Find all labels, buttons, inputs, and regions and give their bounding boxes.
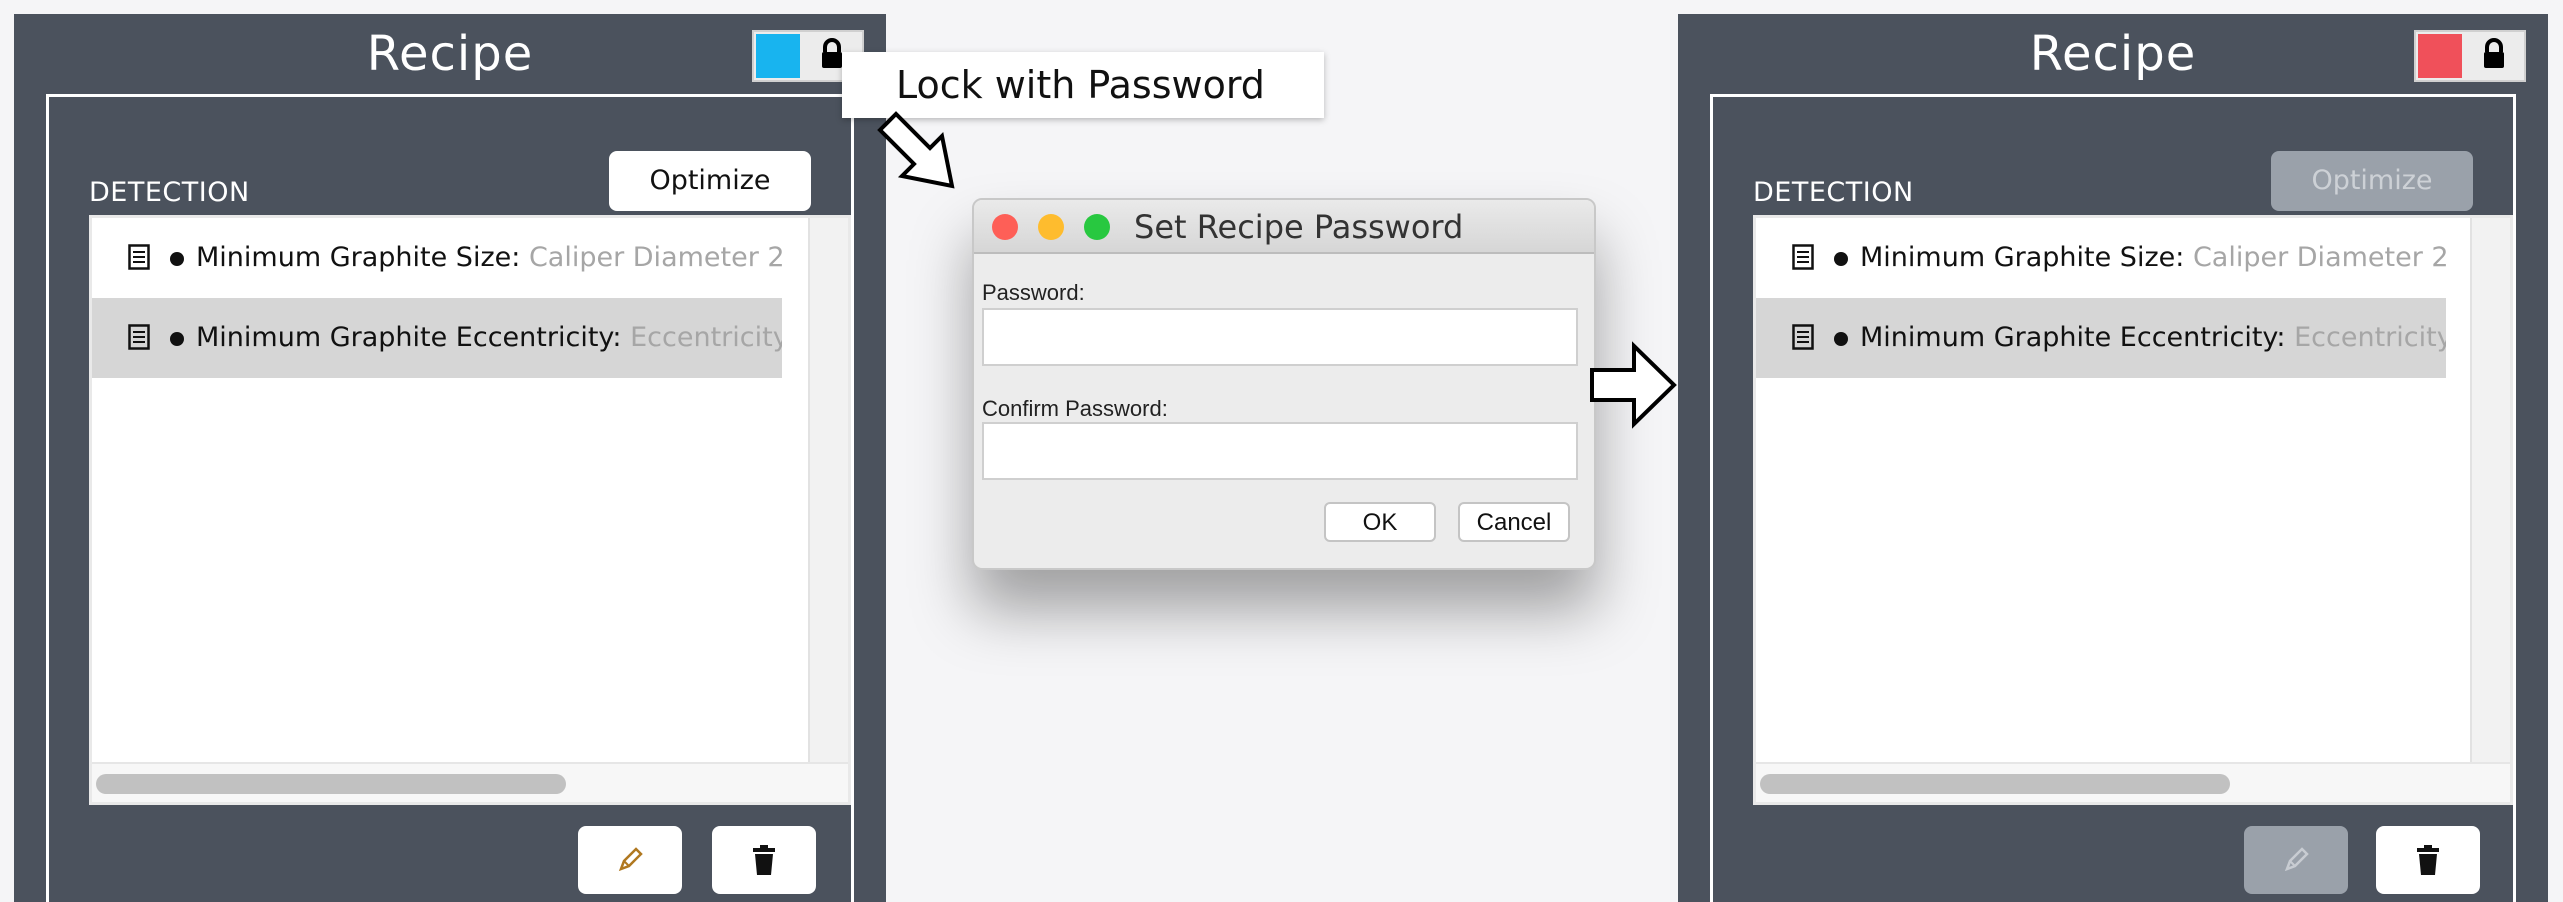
item-name: Minimum Graphite Size:: [196, 242, 521, 273]
confirm-password-field[interactable]: [982, 422, 1578, 480]
trash-icon: [753, 845, 775, 875]
optimize-button[interactable]: Optimize: [2271, 151, 2473, 211]
item-text: Minimum Graphite Size: Caliper Diameter …: [196, 218, 782, 298]
document-icon: [128, 324, 150, 350]
cancel-button[interactable]: Cancel: [1458, 502, 1570, 542]
detection-list[interactable]: Minimum Graphite Size: Caliper Diameter …: [1753, 215, 2513, 805]
minimize-window-button[interactable]: [1038, 214, 1064, 240]
pencil-icon: [618, 847, 643, 872]
trash-icon: [2417, 845, 2439, 875]
bullet-icon: [170, 252, 184, 266]
set-password-dialog: Set Recipe Password Password: Confirm Pa…: [972, 198, 1596, 570]
document-icon: [128, 244, 150, 270]
color-swatch[interactable]: [756, 34, 800, 78]
section-label: DETECTION: [1753, 177, 1914, 208]
item-value: Eccentricity 0.95: [630, 322, 782, 353]
item-text: Minimum Graphite Eccentricity: Eccentric…: [1860, 298, 2446, 378]
ok-button[interactable]: OK: [1324, 502, 1436, 542]
list-item[interactable]: Minimum Graphite Eccentricity: Eccentric…: [1756, 298, 2446, 378]
delete-button[interactable]: [712, 826, 816, 894]
recipe-panel-left: Recipe DETECTION Optimize Minimum Graphi…: [14, 14, 886, 902]
color-lock-control: [2414, 30, 2526, 82]
vertical-scrollbar[interactable]: [2470, 218, 2510, 768]
item-value: Caliper Diameter 20 px (: [2192, 242, 2446, 273]
optimize-button[interactable]: Optimize: [609, 151, 811, 211]
dialog-title: Set Recipe Password: [1134, 208, 1464, 246]
lock-icon: [2484, 38, 2504, 68]
confirm-password-label: Confirm Password:: [982, 396, 1168, 421]
recipe-panel-right: Recipe DETECTION Optimize Minimum Graphi…: [1678, 14, 2548, 902]
bullet-icon: [1834, 252, 1848, 266]
document-icon: [1792, 324, 1814, 350]
bullet-icon: [170, 332, 184, 346]
section-label: DETECTION: [89, 177, 250, 208]
item-text: Minimum Graphite Size: Caliper Diameter …: [1860, 218, 2446, 298]
arrow-down-right-icon: [877, 111, 955, 189]
bullet-icon: [1834, 332, 1848, 346]
document-icon: [1792, 244, 1814, 270]
list-item[interactable]: Minimum Graphite Size: Caliper Diameter …: [1756, 218, 2446, 298]
item-value: Eccentricity 0.95: [2294, 322, 2446, 353]
list-item[interactable]: Minimum Graphite Size: Caliper Diameter …: [92, 218, 782, 298]
lock-button[interactable]: [2464, 32, 2524, 80]
close-window-button[interactable]: [992, 214, 1018, 240]
delete-button[interactable]: [2376, 826, 2480, 894]
list-item[interactable]: Minimum Graphite Eccentricity: Eccentric…: [92, 298, 782, 378]
password-label: Password:: [982, 280, 1085, 305]
scrollbar-thumb[interactable]: [1760, 774, 2230, 794]
item-value: Caliper Diameter 20 px (: [528, 242, 782, 273]
detection-list[interactable]: Minimum Graphite Size: Caliper Diameter …: [89, 215, 851, 805]
detection-section: DETECTION Optimize Minimum Graphite Size…: [1710, 94, 2516, 902]
item-name: Minimum Graphite Size:: [1860, 242, 2185, 273]
arrow-right-icon: [1590, 341, 1677, 429]
pencil-icon: [2284, 847, 2309, 872]
zoom-window-button[interactable]: [1084, 214, 1110, 240]
dialog-titlebar: Set Recipe Password: [974, 200, 1594, 254]
edit-button[interactable]: [578, 826, 682, 894]
vertical-scrollbar[interactable]: [808, 218, 848, 768]
horizontal-scrollbar[interactable]: [1756, 762, 2510, 802]
item-text: Minimum Graphite Eccentricity: Eccentric…: [196, 298, 782, 378]
item-name: Minimum Graphite Eccentricity:: [1860, 322, 2286, 353]
detection-section: DETECTION Optimize Minimum Graphite Size…: [46, 94, 854, 902]
password-field[interactable]: [982, 308, 1578, 366]
item-name: Minimum Graphite Eccentricity:: [196, 322, 622, 353]
color-swatch[interactable]: [2418, 34, 2462, 78]
horizontal-scrollbar[interactable]: [92, 762, 848, 802]
scrollbar-thumb[interactable]: [96, 774, 566, 794]
edit-button[interactable]: [2244, 826, 2348, 894]
